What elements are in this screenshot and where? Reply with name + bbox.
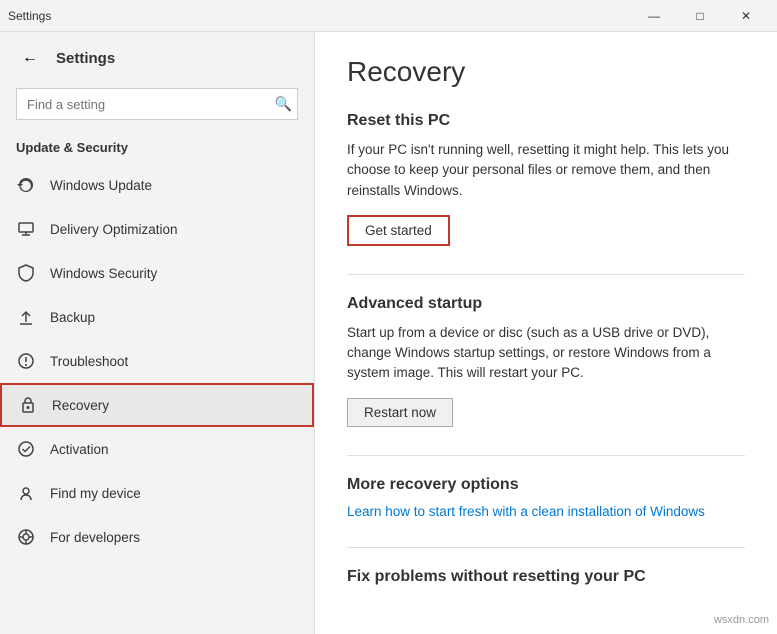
clean-install-link[interactable]: Learn how to start fresh with a clean in… bbox=[347, 504, 745, 519]
sidebar-item-activation[interactable]: Activation bbox=[0, 427, 314, 471]
troubleshoot-icon bbox=[16, 351, 36, 371]
titlebar-controls: — □ ✕ bbox=[631, 0, 769, 32]
close-button[interactable]: ✕ bbox=[723, 0, 769, 32]
app-body: ← Settings 🔍 Update & Security Windows U… bbox=[0, 32, 777, 634]
sidebar-header: ← Settings bbox=[0, 32, 314, 84]
back-icon: ← bbox=[22, 49, 38, 67]
sidebar-item-backup[interactable]: Backup bbox=[0, 295, 314, 339]
sidebar-item-find-my-device[interactable]: Find my device bbox=[0, 471, 314, 515]
sidebar-item-label: Backup bbox=[50, 310, 95, 325]
back-button[interactable]: ← bbox=[16, 44, 44, 72]
sidebar-section-title: Update & Security bbox=[0, 136, 314, 163]
sidebar-item-label: Delivery Optimization bbox=[50, 222, 178, 237]
sidebar-search: 🔍 bbox=[16, 88, 298, 120]
page-title: Recovery bbox=[347, 56, 745, 88]
advanced-startup-desc: Start up from a device or disc (such as … bbox=[347, 323, 745, 384]
sidebar-item-label: Windows Update bbox=[50, 178, 152, 193]
advanced-startup-title: Advanced startup bbox=[347, 295, 745, 313]
reset-pc-title: Reset this PC bbox=[347, 112, 745, 130]
titlebar-left: Settings bbox=[8, 9, 51, 23]
for-developers-icon bbox=[16, 527, 36, 547]
sidebar-item-label: Activation bbox=[50, 442, 109, 457]
find-my-device-icon bbox=[16, 483, 36, 503]
recovery-icon bbox=[18, 395, 38, 415]
sidebar-item-label: Windows Security bbox=[50, 266, 157, 281]
sidebar-item-recovery[interactable]: Recovery bbox=[0, 383, 314, 427]
titlebar-title: Settings bbox=[8, 9, 51, 23]
sidebar-item-troubleshoot[interactable]: Troubleshoot bbox=[0, 339, 314, 383]
sidebar-item-label: Troubleshoot bbox=[50, 354, 128, 369]
backup-icon bbox=[16, 307, 36, 327]
maximize-button[interactable]: □ bbox=[677, 0, 723, 32]
reset-pc-desc: If your PC isn't running well, resetting… bbox=[347, 140, 745, 201]
divider-2 bbox=[347, 455, 745, 456]
windows-security-icon bbox=[16, 263, 36, 283]
activation-icon bbox=[16, 439, 36, 459]
search-input[interactable] bbox=[16, 88, 298, 120]
sidebar-item-windows-security[interactable]: Windows Security bbox=[0, 251, 314, 295]
delivery-optimization-icon bbox=[16, 219, 36, 239]
restart-now-button[interactable]: Restart now bbox=[347, 398, 453, 427]
sidebar-item-label: Find my device bbox=[50, 486, 141, 501]
minimize-button[interactable]: — bbox=[631, 0, 677, 32]
divider-1 bbox=[347, 274, 745, 275]
sidebar-app-title: Settings bbox=[56, 50, 115, 67]
sidebar-item-for-developers[interactable]: For developers bbox=[0, 515, 314, 559]
sidebar-item-label: Recovery bbox=[52, 398, 109, 413]
divider-3 bbox=[347, 547, 745, 548]
main-content: Recovery Reset this PC If your PC isn't … bbox=[315, 32, 777, 634]
fix-problems-title: Fix problems without resetting your PC bbox=[347, 568, 745, 586]
more-recovery-title: More recovery options bbox=[347, 476, 745, 494]
sidebar-item-windows-update[interactable]: Windows Update bbox=[0, 163, 314, 207]
windows-update-icon bbox=[16, 175, 36, 195]
titlebar: Settings — □ ✕ bbox=[0, 0, 777, 32]
get-started-button[interactable]: Get started bbox=[347, 215, 450, 246]
sidebar-item-delivery-optimization[interactable]: Delivery Optimization bbox=[0, 207, 314, 251]
sidebar-item-label: For developers bbox=[50, 530, 140, 545]
sidebar: ← Settings 🔍 Update & Security Windows U… bbox=[0, 32, 315, 634]
search-icon: 🔍 bbox=[275, 96, 292, 113]
